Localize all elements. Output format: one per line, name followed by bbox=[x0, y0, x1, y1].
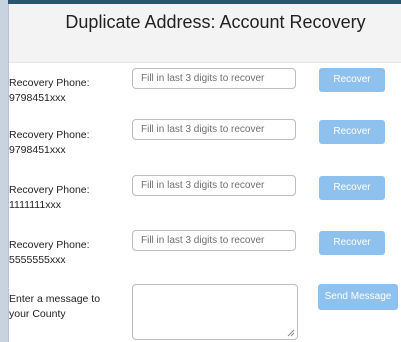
message-label: Enter a message to bbox=[9, 293, 101, 305]
recovery-digits-input[interactable]: Fill in last 3 digits to recover bbox=[132, 68, 296, 89]
page-title: Duplicate Address: Account Recovery bbox=[65, 12, 366, 32]
recover-button[interactable]: Recover bbox=[319, 68, 385, 92]
recovery-digits-input[interactable]: Fill in last 3 digits to recover bbox=[132, 119, 296, 140]
message-textarea[interactable] bbox=[132, 284, 298, 340]
send-message-button[interactable]: Send Message bbox=[318, 284, 398, 310]
message-label-line2: your County bbox=[9, 308, 66, 320]
recovery-phone-number: 9798451xxx bbox=[9, 92, 66, 104]
account-recovery-panel: Duplicate Address: Account Recovery Reco… bbox=[8, 4, 401, 342]
recover-button[interactable]: Recover bbox=[319, 176, 385, 200]
panel-header: Duplicate Address: Account Recovery bbox=[9, 4, 401, 63]
resize-grip-icon[interactable] bbox=[287, 329, 295, 337]
recover-button[interactable]: Recover bbox=[319, 120, 385, 144]
recover-button[interactable]: Recover bbox=[319, 231, 385, 255]
recovery-phone-number: 5555555xxx bbox=[9, 254, 66, 266]
recovery-phone-number: 9798451xxx bbox=[9, 144, 66, 156]
recovery-phone-label: Recovery Phone: bbox=[9, 184, 90, 196]
recovery-phone-label: Recovery Phone: bbox=[9, 129, 90, 141]
left-side-bar bbox=[0, 0, 8, 342]
recovery-digits-input[interactable]: Fill in last 3 digits to recover bbox=[132, 175, 296, 196]
recovery-phone-label: Recovery Phone: bbox=[9, 77, 90, 89]
recovery-phone-label: Recovery Phone: bbox=[9, 239, 90, 251]
recovery-digits-input[interactable]: Fill in last 3 digits to recover bbox=[132, 230, 296, 251]
recovery-phone-number: 1111111xxx bbox=[9, 199, 61, 211]
